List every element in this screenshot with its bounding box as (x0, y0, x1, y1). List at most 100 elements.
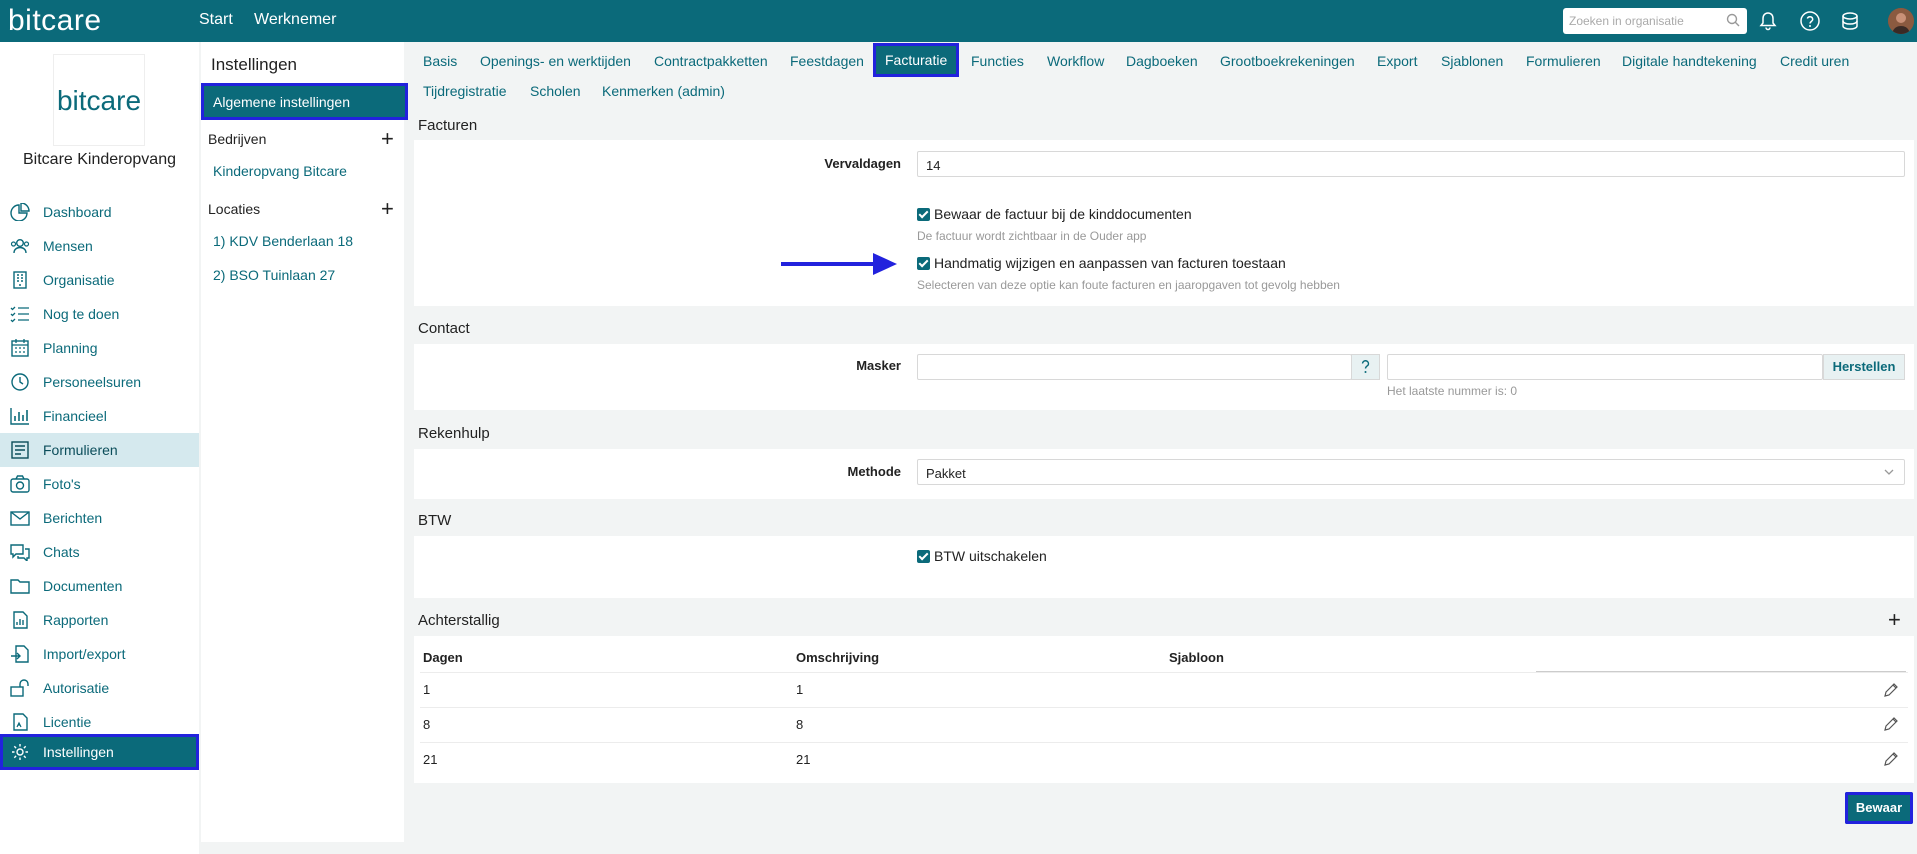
location-link[interactable]: 2) BSO Tuinlaan 27 (213, 267, 335, 283)
sidebar-item-planning[interactable]: Planning (0, 331, 199, 365)
row-divider (420, 707, 1908, 708)
edit-pencil-icon[interactable] (1883, 682, 1899, 698)
company-link[interactable]: Kinderopvang Bitcare (213, 163, 347, 179)
save-button[interactable]: Bewaar (1845, 792, 1913, 824)
sidebar-item-financieel[interactable]: Financieel (0, 399, 199, 433)
herstellen-button[interactable]: Herstellen (1823, 354, 1905, 380)
sidebar-item-label: Personeelsuren (43, 374, 142, 390)
bewaar-factuur-checkbox[interactable] (917, 208, 930, 221)
sidebar-item-berichten[interactable]: Berichten (0, 501, 199, 535)
sidebar-item-import-export[interactable]: Import/export (0, 637, 199, 671)
sidebar-item-label: Licentie (43, 714, 92, 730)
sidebar-item-autorisatie[interactable]: Autorisatie (0, 671, 199, 705)
tab-tijdregistratie[interactable]: Tijdregistratie (423, 83, 507, 99)
sidebar-item-label: Dashboard (43, 204, 112, 220)
tab-basis[interactable]: Basis (423, 53, 457, 69)
location-link[interactable]: 1) KDV Benderlaan 18 (213, 233, 353, 249)
column-header-omschrijving: Omschrijving (796, 650, 880, 665)
tab-grootboekrekeningen[interactable]: Grootboekrekeningen (1220, 53, 1355, 69)
avatar[interactable] (1888, 8, 1914, 34)
envelope-icon (10, 511, 30, 526)
edit-pencil-icon[interactable] (1883, 751, 1899, 767)
sidebar-item-instellingen[interactable]: Instellingen (0, 734, 199, 770)
organisation-logo: bitcare (53, 54, 145, 146)
tab-kenmerken-admin[interactable]: Kenmerken (admin) (602, 83, 725, 99)
sidebar-item-label: Berichten (43, 510, 103, 526)
folder-icon (10, 579, 30, 594)
tab-dagboeken[interactable]: Dagboeken (1126, 53, 1198, 69)
edit-pencil-icon[interactable] (1883, 716, 1899, 732)
masker-input[interactable] (917, 354, 1352, 380)
sidebar-item-label: Foto's (43, 476, 81, 492)
companies-header: Bedrijven (208, 131, 267, 147)
sidebar-item-rapporten[interactable]: Rapporten (0, 603, 199, 637)
sidebar-item-documenten[interactable]: Documenten (0, 569, 199, 603)
handmatig-wijzigen-checkbox[interactable] (917, 257, 930, 270)
sidebar-item-mensen[interactable]: Mensen (0, 229, 199, 263)
sidebar-item-organisatie[interactable]: Organisatie (0, 263, 199, 297)
add-location-icon[interactable]: + (381, 198, 394, 220)
table-cell-omschrijving: 21 (796, 752, 811, 767)
column-header-dagen: Dagen (423, 650, 463, 665)
tab-export[interactable]: Export (1377, 53, 1417, 69)
tab-scholen[interactable]: Scholen (530, 83, 581, 99)
sidebar-item-label: Instellingen (43, 744, 114, 760)
tab-formulieren[interactable]: Formulieren (1526, 53, 1601, 69)
masker-help-button[interactable] (1351, 354, 1380, 380)
masker-label: Masker (856, 358, 901, 373)
sidebar-item-fotos[interactable]: Foto's (0, 467, 199, 501)
tab-contractpakketten[interactable]: Contractpakketten (654, 53, 768, 69)
tab-openings-werktijden[interactable]: Openings- en werktijden (480, 53, 631, 69)
camera-icon (10, 475, 30, 493)
tab-credit-uren[interactable]: Credit uren (1780, 53, 1849, 69)
report-icon (13, 611, 28, 629)
sidebar-item-formulieren[interactable]: Formulieren (0, 433, 199, 467)
bell-icon[interactable] (1757, 10, 1779, 32)
tab-feestdagen[interactable]: Feestdagen (790, 53, 864, 69)
sidebar-item-label: Financieel (43, 408, 107, 424)
tab-facturatie[interactable]: Facturatie (872, 43, 960, 77)
add-achterstallig-icon[interactable]: + (1888, 607, 1901, 633)
methode-value: Pakket (926, 466, 966, 481)
people-icon (10, 239, 30, 254)
nav-start[interactable]: Start (199, 11, 233, 29)
chevron-down-icon (1884, 469, 1894, 475)
nav-werknemer[interactable]: Werknemer (254, 11, 336, 29)
settings-sidebar: Instellingen Algemene instellingen Bedri… (201, 42, 408, 842)
sidebar-item-label: Organisatie (43, 272, 115, 288)
vervaldagen-input[interactable]: 14 (917, 151, 1905, 177)
column-header-sjabloon: Sjabloon (1169, 650, 1224, 665)
settings-item-algemene-instellingen[interactable]: Algemene instellingen (201, 83, 408, 120)
tab-digitale-handtekening[interactable]: Digitale handtekening (1622, 53, 1757, 69)
tab-workflow[interactable]: Workflow (1047, 53, 1104, 69)
last-number-text: Het laatste nummer is: 0 (1387, 384, 1518, 398)
question-icon (1361, 360, 1370, 373)
search-input[interactable]: Zoeken in organisatie (1563, 8, 1747, 34)
section-btw (414, 536, 1914, 598)
bewaar-factuur-label: Bewaar de factuur bij de kinddocumenten (934, 206, 1192, 222)
sidebar-item-personeelsuren[interactable]: Personeelsuren (0, 365, 199, 399)
nummer-input[interactable] (1387, 354, 1823, 380)
organisation-name: Bitcare Kinderopvang (23, 151, 176, 168)
add-company-icon[interactable]: + (381, 128, 394, 150)
methode-label: Methode (847, 464, 901, 479)
table-cell-dagen: 1 (423, 682, 431, 697)
app-logo[interactable]: bitcare (8, 4, 102, 38)
building-icon (13, 271, 27, 289)
methode-select[interactable]: Pakket (917, 459, 1905, 485)
sidebar-item-dashboard[interactable]: Dashboard (0, 195, 199, 229)
organisation-switch-icon[interactable] (1839, 10, 1861, 32)
clock-icon (11, 373, 29, 391)
sidebar-item-chats[interactable]: Chats (0, 535, 199, 569)
section-title-contact: Contact (418, 320, 470, 337)
help-icon[interactable] (1799, 10, 1821, 32)
bar-chart-icon (10, 408, 29, 425)
vervaldagen-label: Vervaldagen (824, 156, 901, 171)
tab-sjablonen[interactable]: Sjablonen (1441, 53, 1503, 69)
sidebar-item-nog-te-doen[interactable]: Nog te doen (0, 297, 199, 331)
sidebar-item-label: Nog te doen (43, 306, 120, 322)
btw-uitschakelen-checkbox[interactable] (917, 550, 930, 563)
tab-functies[interactable]: Functies (971, 53, 1024, 69)
chat-icon (10, 544, 30, 561)
handmatig-wijzigen-hint: Selecteren van deze optie kan foute fact… (917, 278, 1340, 292)
